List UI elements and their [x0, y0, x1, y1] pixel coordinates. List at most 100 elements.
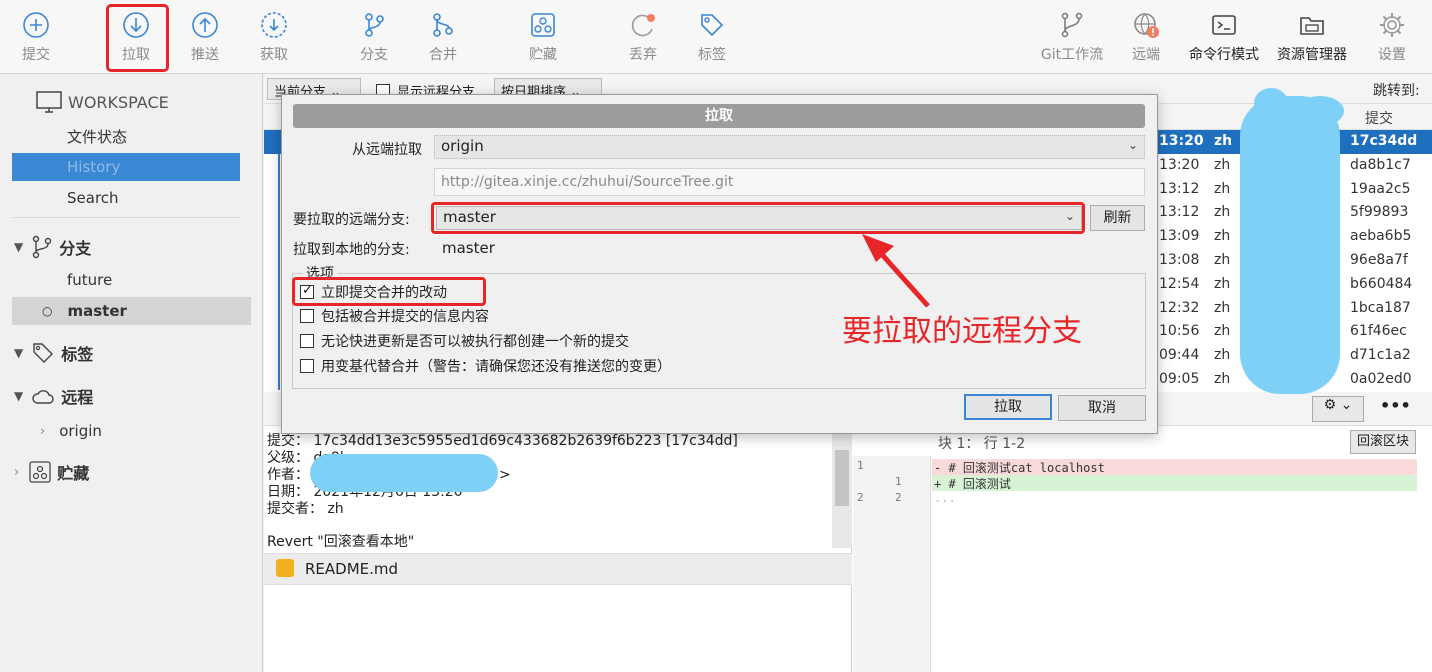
row-hash: 19aa2c5: [1350, 180, 1411, 197]
chevron-right-icon: ›: [14, 464, 20, 480]
committer-line: 提交者： zh: [267, 501, 344, 517]
current-branch-dot-icon: ○: [42, 304, 53, 318]
refresh-button[interactable]: 刷新: [1090, 205, 1145, 231]
commit-button[interactable]: 提交: [16, 0, 56, 74]
revert-hunk-button[interactable]: 回滚区块: [1350, 430, 1416, 454]
gutter-line: 1: [857, 459, 864, 472]
sidebar-item-branch-master[interactable]: ○ master: [12, 297, 251, 325]
diff-settings-button[interactable]: ⚙ ⌄: [1312, 396, 1364, 422]
discard-button[interactable]: 丢弃: [623, 0, 663, 74]
details-scrollbar[interactable]: [832, 426, 852, 548]
chevron-down-icon: ▼: [14, 346, 24, 360]
row-hash: 1bca187: [1350, 299, 1411, 316]
option-no-ff[interactable]: 无论快进更新是否可以被执行都创建一个新的提交: [300, 331, 629, 351]
remote-url-field: http://gitea.xinje.cc/zhuhui/SourceTree.…: [434, 168, 1145, 196]
sidebar-section-stash[interactable]: › 贮藏: [14, 458, 89, 486]
cloud-icon: [32, 390, 54, 404]
row-hash: 96e8a7f: [1350, 252, 1408, 268]
stash-icon: [528, 10, 558, 40]
gutter-line: 2: [895, 491, 902, 504]
row-hash: da8b1c7: [1350, 156, 1411, 173]
option-label: 用变基代替合并（警告：请确保您还没有推送您的变更）: [321, 359, 671, 375]
sidebar-item-search[interactable]: Search: [67, 184, 119, 212]
sidebar-item-history[interactable]: History: [12, 153, 240, 181]
workspace-label: WORKSPACE: [68, 92, 169, 112]
remote-button[interactable]: 远端: [1126, 0, 1166, 74]
sidebar-item-branch-future[interactable]: future: [67, 266, 112, 294]
row-author: zh: [1214, 347, 1231, 364]
option-include-messages[interactable]: 包括被合并提交的信息内容: [300, 306, 489, 326]
row-hash: b660484: [1350, 275, 1413, 292]
stash-label: 贮藏: [529, 47, 557, 63]
row-author: zh: [1214, 156, 1231, 173]
option-rebase-checkbox[interactable]: [300, 359, 314, 373]
folder-icon: [1297, 10, 1327, 40]
history-label: History: [67, 158, 121, 176]
option-rebase[interactable]: 用变基代替合并（警告：请确保您还没有推送您的变更）: [300, 356, 671, 376]
branch-icon: [359, 10, 389, 40]
more-options-icon[interactable]: •••: [1380, 396, 1411, 415]
option-label: 无论快进更新是否可以被执行都创建一个新的提交: [321, 334, 629, 350]
row-hash: 61f46ec: [1350, 323, 1407, 340]
sidebar-section-branches[interactable]: ▼ 分支: [14, 233, 91, 261]
settings-button[interactable]: 设置: [1372, 0, 1412, 74]
merge-label: 合并: [429, 47, 457, 63]
tag-icon: [33, 343, 54, 363]
row-author: zh: [1214, 371, 1231, 387]
row-author: zh: [1214, 228, 1231, 245]
file-name[interactable]: README.md: [305, 560, 398, 578]
sidebar-section-tags[interactable]: ▼ 标签: [14, 339, 93, 367]
cancel-button[interactable]: 取消: [1058, 395, 1146, 421]
discard-icon: [628, 10, 658, 40]
commit-label: 提交: [22, 47, 50, 63]
tag-button[interactable]: 标签: [692, 0, 732, 74]
row-hash: d71c1a2: [1350, 347, 1411, 364]
row-time: 13:20: [1159, 133, 1204, 149]
merge-button[interactable]: 合并: [423, 0, 463, 74]
monitor-icon: [36, 91, 62, 113]
dialog-title: 拉取: [293, 104, 1145, 128]
option-no-ff-checkbox[interactable]: [300, 334, 314, 348]
local-branch-label: 拉取到本地的分支:: [293, 242, 410, 258]
row-author: zh: [1214, 180, 1231, 197]
explorer-button[interactable]: 资源管理器: [1273, 0, 1351, 74]
settings-label: 设置: [1378, 47, 1406, 63]
branch-future-label: future: [67, 271, 113, 289]
fetch-button[interactable]: 获取: [254, 0, 294, 74]
stash-button[interactable]: 贮藏: [523, 0, 563, 74]
terminal-button[interactable]: 命令行模式: [1186, 0, 1262, 74]
sidebar-divider: [12, 217, 240, 218]
row-time: 12:54: [1159, 275, 1200, 292]
discard-label: 丢弃: [629, 47, 657, 63]
stash-icon: [29, 461, 51, 483]
pull-ok-button[interactable]: 拉取: [964, 394, 1052, 420]
from-remote-label: 从远端拉取: [352, 142, 422, 158]
branch-button[interactable]: 分支: [354, 0, 394, 74]
sidebar-item-remote-origin[interactable]: › origin: [40, 417, 102, 445]
branch-label: 分支: [360, 47, 388, 63]
row-hash: aeba6b5: [1350, 228, 1412, 245]
sidebar-section-remotes[interactable]: ▼ 远程: [14, 382, 93, 410]
sidebar-item-file-status[interactable]: 文件状态: [67, 122, 127, 150]
gear-icon: ⚙: [1323, 397, 1337, 413]
row-time: 13:12: [1159, 180, 1200, 197]
remote-select[interactable]: origin ⌄: [434, 135, 1145, 159]
row-time: 10:56: [1159, 323, 1200, 340]
push-button[interactable]: 推送: [185, 0, 225, 74]
row-hash: 17c34dd: [1350, 133, 1418, 149]
option-include-messages-checkbox[interactable]: [300, 309, 314, 323]
file-status-label: 文件状态: [67, 127, 128, 146]
commit-column-header[interactable]: 提交: [1365, 108, 1393, 128]
main-toolbar: 提交 拉取 推送 获取 分支 合并 贮藏 丢弃 标签 Git工作流 远端 命令行…: [0, 0, 1432, 74]
redaction-scribble: [310, 454, 498, 492]
chevron-down-icon: ▼: [14, 389, 24, 403]
tags-label: 标签: [61, 345, 94, 364]
annotation-arrow-icon: [862, 234, 930, 308]
remotes-label: 远程: [61, 388, 94, 407]
chevron-down-icon: ▼: [14, 240, 24, 254]
row-author: zh: [1214, 323, 1231, 340]
gutter-line: 1: [895, 475, 902, 488]
gitflow-button[interactable]: Git工作流: [1036, 0, 1108, 74]
jump-to-label: 跳转到:: [1373, 83, 1420, 99]
sidebar-workspace: WORKSPACE: [36, 88, 169, 116]
